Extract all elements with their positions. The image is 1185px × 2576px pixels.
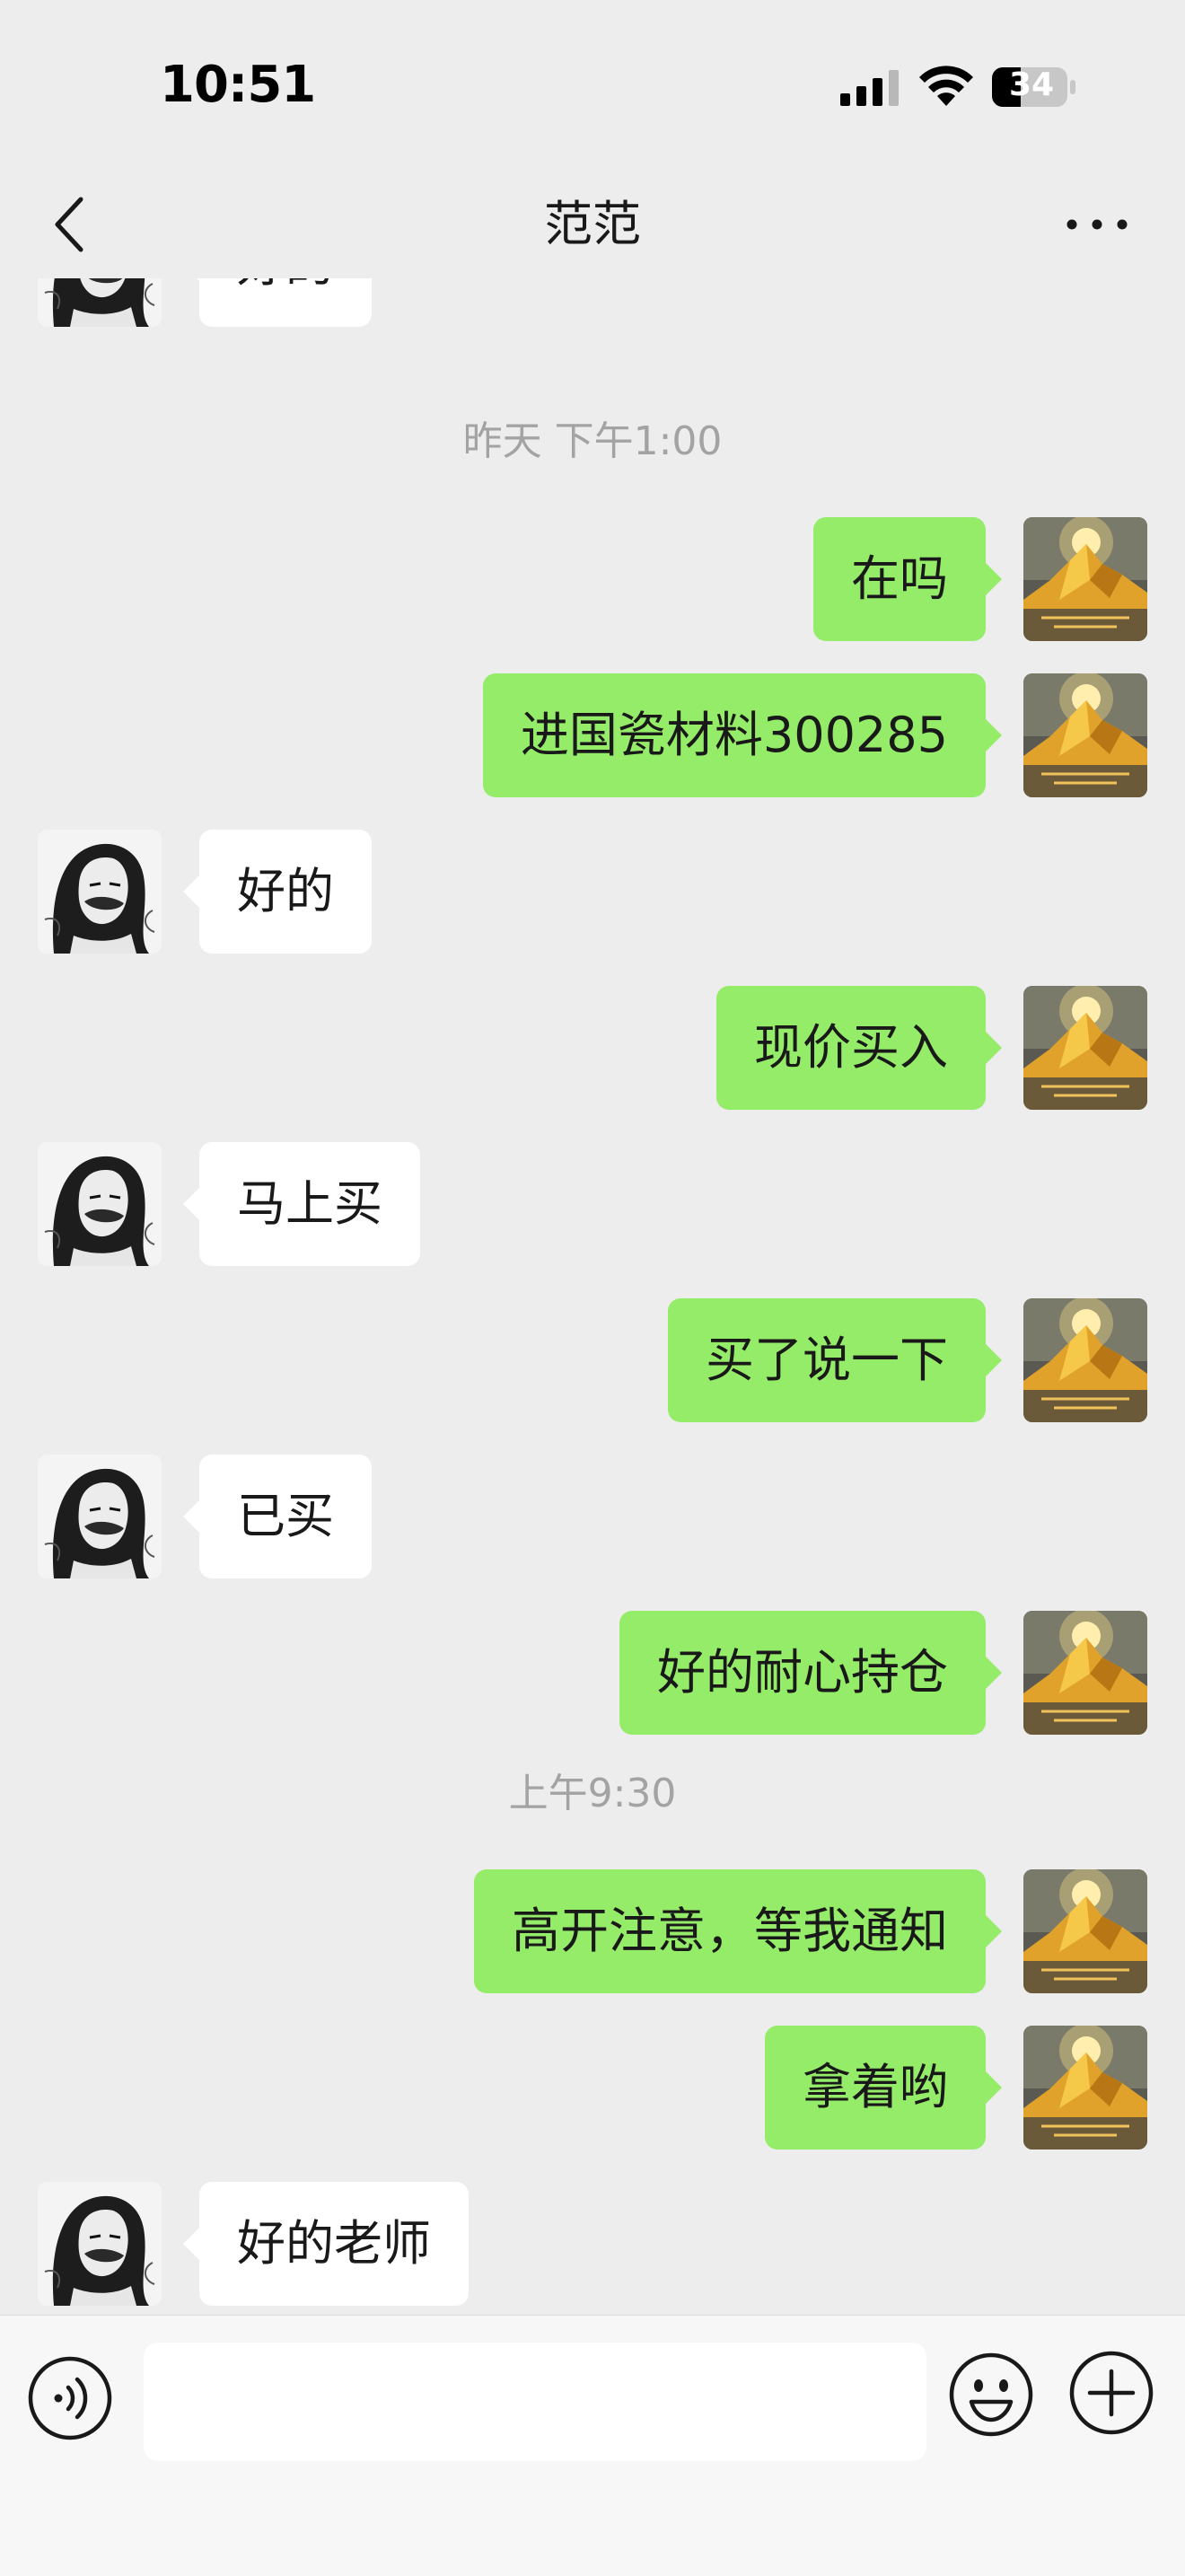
- battery-level: 34: [1008, 66, 1055, 103]
- cellular-signal-icon: [840, 70, 899, 106]
- message-bubble[interactable]: 好的: [183, 830, 372, 954]
- chat-message-list[interactable]: 好的 昨天 下午1:00 在吗: [0, 278, 1185, 2315]
- contact-avatar[interactable]: [38, 830, 162, 954]
- message-outgoing: 在吗: [0, 517, 1185, 643]
- message-bubble[interactable]: 高开注意，等我通知: [474, 1869, 1002, 1993]
- my-avatar[interactable]: [1023, 1298, 1147, 1422]
- status-time: 10:51: [160, 56, 316, 114]
- message-outgoing: 买了说一下: [0, 1298, 1185, 1424]
- message-timestamp: 上午9:30: [508, 1771, 677, 1816]
- message-bubble[interactable]: 好的: [183, 278, 372, 327]
- my-avatar[interactable]: [1023, 1869, 1147, 1993]
- chat-title: 范范: [544, 196, 641, 252]
- message-bubble[interactable]: 马上买: [183, 1142, 420, 1266]
- contact-avatar[interactable]: [38, 278, 162, 327]
- message-incoming: 好的: [0, 278, 1185, 329]
- message-outgoing: 进国瓷材料300285: [0, 673, 1185, 799]
- message-bubble[interactable]: 在吗: [813, 517, 1002, 641]
- input-bar: [0, 2315, 1185, 2576]
- nav-bar: 范范: [0, 171, 1185, 278]
- my-avatar[interactable]: [1023, 517, 1147, 641]
- message-bubble[interactable]: 已买: [183, 1455, 372, 1578]
- plus-icon[interactable]: [1068, 2350, 1154, 2436]
- message-outgoing: 现价买入: [0, 986, 1185, 1112]
- voice-icon[interactable]: [27, 2355, 113, 2441]
- contact-avatar[interactable]: [38, 1142, 162, 1266]
- my-avatar[interactable]: [1023, 673, 1147, 797]
- message-outgoing: 好的耐心持仓: [0, 1611, 1185, 1736]
- my-avatar[interactable]: [1023, 2026, 1147, 2150]
- message-bubble[interactable]: 好的耐心持仓: [619, 1611, 1002, 1735]
- message-incoming: 已买: [0, 1455, 1185, 1580]
- message-bubble[interactable]: 拿着哟: [765, 2026, 1002, 2150]
- more-options-icon[interactable]: [1063, 207, 1131, 242]
- wifi-icon: [919, 66, 973, 106]
- message-bubble[interactable]: 买了说一下: [668, 1298, 1002, 1422]
- message-bubble[interactable]: 好的老师: [183, 2182, 469, 2306]
- message-input[interactable]: [144, 2343, 926, 2461]
- my-avatar[interactable]: [1023, 1611, 1147, 1735]
- contact-avatar[interactable]: [38, 2182, 162, 2306]
- message-bubble[interactable]: 进国瓷材料300285: [482, 673, 1003, 797]
- my-avatar[interactable]: [1023, 986, 1147, 1110]
- message-incoming: 马上买: [0, 1142, 1185, 1268]
- message-incoming: 好的: [0, 830, 1185, 955]
- back-icon[interactable]: [47, 194, 92, 255]
- contact-avatar[interactable]: [38, 1455, 162, 1578]
- status-bar: 10:51 34: [0, 0, 1185, 171]
- message-timestamp: 昨天 下午1:00: [462, 418, 723, 464]
- message-incoming: 好的老师: [0, 2182, 1185, 2308]
- message-bubble[interactable]: 现价买入: [716, 986, 1002, 1110]
- message-outgoing: 高开注意，等我通知: [0, 1869, 1185, 1995]
- message-outgoing: 拿着哟: [0, 2026, 1185, 2151]
- emoji-icon[interactable]: [948, 2352, 1034, 2438]
